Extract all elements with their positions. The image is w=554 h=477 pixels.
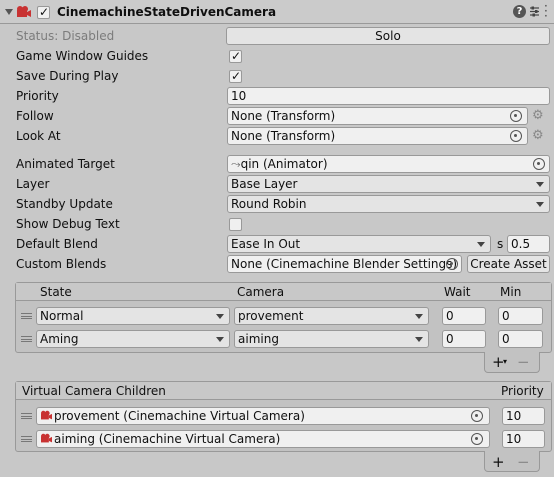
child-priority-field[interactable]: 10 xyxy=(502,407,545,425)
child-camera-name: provement (Cinemachine Virtual Camera) xyxy=(54,409,305,423)
follow-label: Follow xyxy=(16,109,54,123)
instruction-state-dropdown[interactable]: Normal xyxy=(36,307,230,325)
child-camera-field[interactable]: aiming (Cinemachine Virtual Camera) xyxy=(36,430,490,448)
animated-target-field[interactable]: ⤳qin (Animator) xyxy=(227,155,550,173)
layer-dropdown[interactable]: Base Layer xyxy=(227,175,550,193)
instruction-wait-field[interactable]: 0 xyxy=(442,307,486,325)
show-debug-text-label: Show Debug Text xyxy=(16,217,120,231)
chevron-down-icon xyxy=(536,202,544,207)
component-title: CinemachineStateDrivenCamera xyxy=(57,5,277,19)
instruction-min-field[interactable]: 0 xyxy=(498,330,543,348)
chevron-down-icon xyxy=(477,242,485,247)
instruction-state-value: Aming xyxy=(40,332,79,346)
object-picker-icon[interactable] xyxy=(510,110,522,122)
standby-update-dropdown[interactable]: Round Robin xyxy=(227,195,550,213)
look-at-label: Look At xyxy=(16,129,61,143)
instruction-camera-dropdown[interactable]: aiming xyxy=(234,330,429,348)
look-at-field[interactable]: None (Transform) xyxy=(227,127,528,145)
show-debug-text-checkbox[interactable] xyxy=(229,218,242,231)
remove-instruction-button[interactable]: − xyxy=(517,354,530,370)
instruction-camera-value: aiming xyxy=(238,332,279,346)
animated-target-value: qin (Animator) xyxy=(240,157,328,171)
child-camera-field[interactable]: provement (Cinemachine Virtual Camera) xyxy=(36,407,490,425)
column-header-wait: Wait xyxy=(444,285,471,299)
column-header-min: Min xyxy=(500,285,522,299)
drag-handle-icon[interactable] xyxy=(21,336,32,342)
status-label: Status: Disabled xyxy=(16,29,115,43)
checkmark-icon: ✓ xyxy=(231,49,242,63)
animated-target-label: Animated Target xyxy=(16,157,115,171)
drag-handle-icon[interactable] xyxy=(21,313,32,319)
chevron-down-icon xyxy=(536,182,544,187)
game-window-guides-label: Game Window Guides xyxy=(16,49,149,63)
instruction-min-field[interactable]: 0 xyxy=(498,307,543,325)
follow-value: None (Transform) xyxy=(231,109,336,123)
save-during-play-label: Save During Play xyxy=(16,69,119,83)
animator-icon: ⤳ xyxy=(231,157,241,171)
standby-update-label: Standby Update xyxy=(16,197,113,211)
priority-field[interactable]: 10 xyxy=(227,87,550,105)
gear-icon[interactable]: ⚙ xyxy=(532,129,544,143)
default-blend-label: Default Blend xyxy=(16,237,98,251)
foldout-triangle-icon[interactable] xyxy=(5,9,13,15)
blend-time-field[interactable]: 0.5 xyxy=(507,235,550,253)
create-asset-button[interactable]: Create Asset xyxy=(467,255,550,273)
instruction-wait-field[interactable]: 0 xyxy=(442,330,486,348)
add-dropdown-icon[interactable]: ▾ xyxy=(503,358,507,366)
chevron-down-icon xyxy=(216,337,224,342)
look-at-value: None (Transform) xyxy=(231,129,336,143)
save-during-play-checkbox[interactable]: ✓ xyxy=(229,69,242,83)
child-camera-name: aiming (Cinemachine Virtual Camera) xyxy=(54,432,281,446)
drag-handle-icon[interactable] xyxy=(21,413,32,419)
gear-icon[interactable]: ⚙ xyxy=(532,109,544,123)
priority-label: Priority xyxy=(16,89,59,103)
chevron-down-icon xyxy=(216,314,224,319)
object-picker-icon[interactable] xyxy=(510,130,522,142)
solo-button[interactable]: Solo xyxy=(226,27,550,45)
virtual-camera-icon xyxy=(41,433,52,443)
children-header-label: Virtual Camera Children xyxy=(22,384,166,398)
help-icon[interactable]: ? xyxy=(513,5,526,18)
object-picker-icon[interactable] xyxy=(446,258,458,270)
layer-value: Base Layer xyxy=(231,177,298,191)
instruction-state-value: Normal xyxy=(40,309,84,323)
instruction-camera-dropdown[interactable]: provement xyxy=(234,307,429,325)
column-header-state: State xyxy=(40,285,72,299)
column-header-camera: Camera xyxy=(237,285,285,299)
standby-update-value: Round Robin xyxy=(231,197,307,211)
chevron-down-icon xyxy=(415,337,423,342)
component-enabled-checkbox[interactable]: ✓ xyxy=(37,5,50,19)
checkmark-icon: ✓ xyxy=(231,69,242,83)
default-blend-dropdown[interactable]: Ease In Out xyxy=(227,235,491,253)
add-child-button[interactable]: + xyxy=(492,454,505,470)
children-priority-header: Priority xyxy=(501,384,544,398)
kebab-menu-icon[interactable]: · · · xyxy=(544,0,548,22)
chevron-down-icon xyxy=(415,314,423,319)
checkmark-icon: ✓ xyxy=(39,5,50,19)
default-blend-value: Ease In Out xyxy=(231,237,301,251)
blend-time-unit-label: s xyxy=(497,237,504,251)
presets-icon[interactable] xyxy=(528,5,541,18)
custom-blends-label: Custom Blends xyxy=(16,257,107,271)
remove-child-button[interactable]: − xyxy=(517,454,530,470)
layer-label: Layer xyxy=(16,177,50,191)
cinemachine-camera-icon xyxy=(17,6,31,17)
custom-blends-field[interactable]: None (Cinemachine Blender Settings) xyxy=(227,255,462,273)
object-picker-icon[interactable] xyxy=(471,433,483,445)
drag-handle-icon[interactable] xyxy=(21,436,32,442)
virtual-camera-icon xyxy=(41,410,52,420)
instruction-camera-value: provement xyxy=(238,309,304,323)
custom-blends-value: None (Cinemachine Blender Settings) xyxy=(231,257,458,271)
game-window-guides-checkbox[interactable]: ✓ xyxy=(229,49,242,63)
object-picker-icon[interactable] xyxy=(471,410,483,422)
instruction-state-dropdown[interactable]: Aming xyxy=(36,330,230,348)
follow-field[interactable]: None (Transform) xyxy=(227,107,528,125)
child-priority-field[interactable]: 10 xyxy=(502,430,545,448)
object-picker-icon[interactable] xyxy=(533,158,545,170)
